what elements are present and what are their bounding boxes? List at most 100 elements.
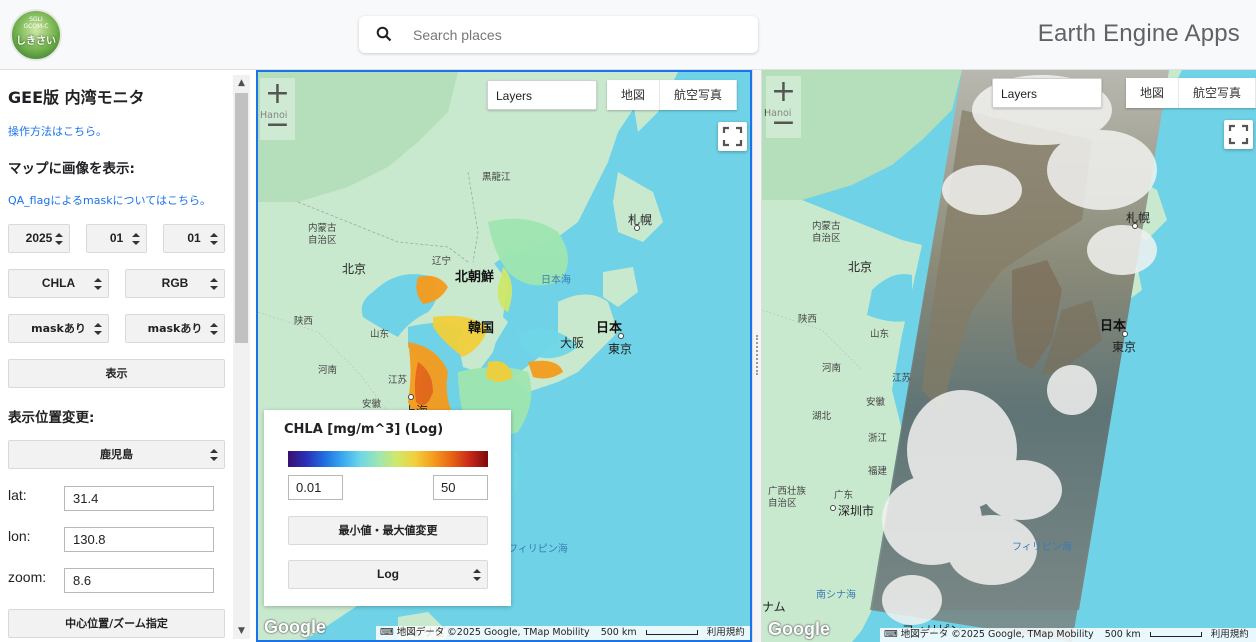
city-dot bbox=[830, 505, 836, 511]
map-label-sapporo: 札幌 bbox=[628, 213, 653, 227]
map-label-sapporo: 札幌 bbox=[1126, 211, 1151, 225]
center-zoom-button[interactable]: 中心位置/ズーム指定 bbox=[8, 609, 225, 638]
month-select[interactable]: 01 bbox=[86, 224, 147, 253]
attribution-bar: ⌨ 地図データ ©2025 Google, TMap Mobility 500 … bbox=[880, 628, 1256, 642]
map-label-kokuryuko: 黒龍江 bbox=[482, 172, 511, 183]
search-box[interactable] bbox=[359, 16, 758, 53]
select-arrows-icon bbox=[473, 569, 481, 581]
map-label-jiangsu: 江苏 bbox=[388, 375, 408, 386]
map-label-osaka: 大阪 bbox=[560, 336, 585, 350]
fullscreen-icon bbox=[1228, 124, 1249, 145]
lon-label: lon: bbox=[8, 528, 31, 544]
minmax-change-button[interactable]: 最小値・最大値変更 bbox=[288, 516, 488, 545]
maptype-map-button[interactable]: 地図 bbox=[1126, 78, 1179, 108]
show-button[interactable]: 表示 bbox=[8, 359, 225, 388]
map-label-guangdong: 广东 bbox=[834, 490, 854, 501]
city-dot bbox=[408, 394, 414, 400]
map-label-henan: 河南 bbox=[318, 365, 338, 376]
right-mask-select[interactable]: maskあり bbox=[125, 314, 225, 343]
map-label-shanxi: 陕西 bbox=[798, 314, 818, 325]
scroll-up-icon[interactable]: ▲ bbox=[233, 75, 250, 91]
scrollbar-thumb[interactable] bbox=[235, 93, 248, 343]
right-product-value: RGB bbox=[161, 276, 189, 290]
maptype-control: 地図 航空写真 bbox=[1126, 78, 1256, 108]
left-mask-select[interactable]: maskあり bbox=[8, 314, 109, 343]
scroll-down-icon[interactable]: ▼ bbox=[233, 623, 250, 639]
map-label-south-china-sea: 南シナ海 bbox=[816, 590, 856, 601]
day-select[interactable]: 01 bbox=[163, 224, 225, 253]
scale-bar bbox=[1149, 632, 1202, 637]
zoom-control: + − bbox=[260, 78, 295, 140]
legend-min-input[interactable] bbox=[288, 475, 343, 500]
map-label-guangxi-2: 自治区 bbox=[768, 498, 797, 509]
map-label-jichiku: 自治区 bbox=[308, 235, 337, 246]
scale-label: 500 km bbox=[1104, 629, 1141, 640]
qa-flag-link[interactable]: QA_flagによるmaskについてはこちら。 bbox=[8, 192, 211, 208]
left-product-select[interactable]: CHLA bbox=[8, 269, 109, 298]
terms-link[interactable]: 利用規約 bbox=[1211, 629, 1249, 640]
maptype-control: 地図 航空写真 bbox=[607, 80, 738, 110]
select-arrows-icon bbox=[94, 278, 102, 290]
zoom-out-button[interactable]: − bbox=[766, 108, 801, 138]
zoom-control: + − bbox=[766, 76, 801, 138]
year-select[interactable]: 2025 bbox=[8, 224, 70, 253]
lon-input[interactable] bbox=[64, 527, 214, 552]
city-dot bbox=[1132, 223, 1138, 229]
select-arrows-icon bbox=[94, 323, 102, 335]
layers-dropdown[interactable]: Layers bbox=[992, 78, 1102, 108]
map-divider[interactable] bbox=[752, 70, 762, 642]
control-panel: GEE版 内湾モニタ 操作方法はこちら。 マップに画像を表示: QA_flagに… bbox=[0, 71, 252, 642]
zoom-in-button[interactable]: + bbox=[766, 77, 801, 107]
city-dot bbox=[1122, 331, 1128, 337]
year-value: 2025 bbox=[25, 231, 53, 245]
panel-scrollbar[interactable]: ▲ ▼ bbox=[233, 75, 250, 639]
colorbar-gradient bbox=[288, 451, 488, 467]
keyboard-icon[interactable]: ⌨ bbox=[884, 629, 898, 640]
right-map[interactable]: 内蒙古 自治区 札幌 北京 陕西 山东 日本 東京 河南 江苏 安徽 湖北 浙江… bbox=[762, 70, 1256, 642]
zoom-in-button[interactable]: + bbox=[260, 79, 295, 109]
day-value: 01 bbox=[187, 231, 201, 245]
divider-grip-icon[interactable] bbox=[756, 335, 758, 375]
search-input[interactable] bbox=[413, 16, 743, 53]
zoom-out-button[interactable]: − bbox=[260, 110, 295, 140]
chla-legend: CHLA [mg/m^3] (Log) 最小値・最大値変更 Log bbox=[264, 410, 511, 606]
month-value: 01 bbox=[109, 231, 124, 245]
zoom-input[interactable] bbox=[64, 568, 214, 593]
map-label-south-korea: 韓国 bbox=[468, 321, 495, 336]
location-value: 鹿児島 bbox=[100, 448, 133, 461]
right-mask-value: maskあり bbox=[147, 322, 203, 335]
fullscreen-button[interactable] bbox=[1224, 120, 1253, 149]
select-arrows-icon bbox=[132, 233, 140, 245]
keyboard-icon[interactable]: ⌨ bbox=[380, 627, 394, 638]
map-label-henan: 河南 bbox=[822, 363, 842, 374]
lat-label: lat: bbox=[8, 487, 27, 503]
lat-input[interactable] bbox=[64, 486, 214, 511]
map-label-liaoning: 辽宁 bbox=[432, 256, 452, 267]
app-title: Earth Engine Apps bbox=[1037, 20, 1240, 47]
maptype-map-button[interactable]: 地図 bbox=[607, 80, 661, 110]
left-product-value: CHLA bbox=[41, 276, 76, 290]
map-label-shenzhen: 深圳市 bbox=[838, 504, 875, 518]
attribution-text: 地図データ ©2025 Google, TMap Mobility bbox=[900, 629, 1094, 640]
app-header: SGLI GCOM-C しきさい Earth Engine Apps bbox=[0, 0, 1256, 70]
map-label-beijing: 北京 bbox=[848, 260, 873, 274]
search-icon bbox=[376, 26, 392, 42]
scale-type-value: Log bbox=[377, 567, 399, 581]
legend-max-input[interactable] bbox=[433, 475, 488, 500]
layers-dropdown[interactable]: Layers bbox=[487, 80, 597, 110]
manual-link[interactable]: 操作方法はこちら。 bbox=[8, 123, 107, 139]
attribution-bar: ⌨ 地図データ ©2025 Google, TMap Mobility 500 … bbox=[376, 626, 750, 640]
terms-link[interactable]: 利用規約 bbox=[707, 627, 745, 638]
location-select[interactable]: 鹿児島 bbox=[8, 440, 225, 469]
map-label-jiangsu: 江苏 bbox=[892, 373, 912, 384]
map-label-anhui: 安徽 bbox=[866, 397, 886, 408]
map-label-fujian: 福建 bbox=[868, 466, 888, 477]
scale-type-select[interactable]: Log bbox=[288, 560, 488, 589]
right-product-select[interactable]: RGB bbox=[125, 269, 225, 298]
legend-title: CHLA [mg/m^3] (Log) bbox=[284, 422, 444, 437]
fullscreen-button[interactable] bbox=[718, 122, 747, 151]
maptype-satellite-button[interactable]: 航空写真 bbox=[1179, 78, 1256, 108]
google-logo: Google bbox=[768, 619, 830, 639]
panel-title: GEE版 内湾モニタ bbox=[8, 88, 145, 107]
maptype-satellite-button[interactable]: 航空写真 bbox=[660, 80, 738, 110]
